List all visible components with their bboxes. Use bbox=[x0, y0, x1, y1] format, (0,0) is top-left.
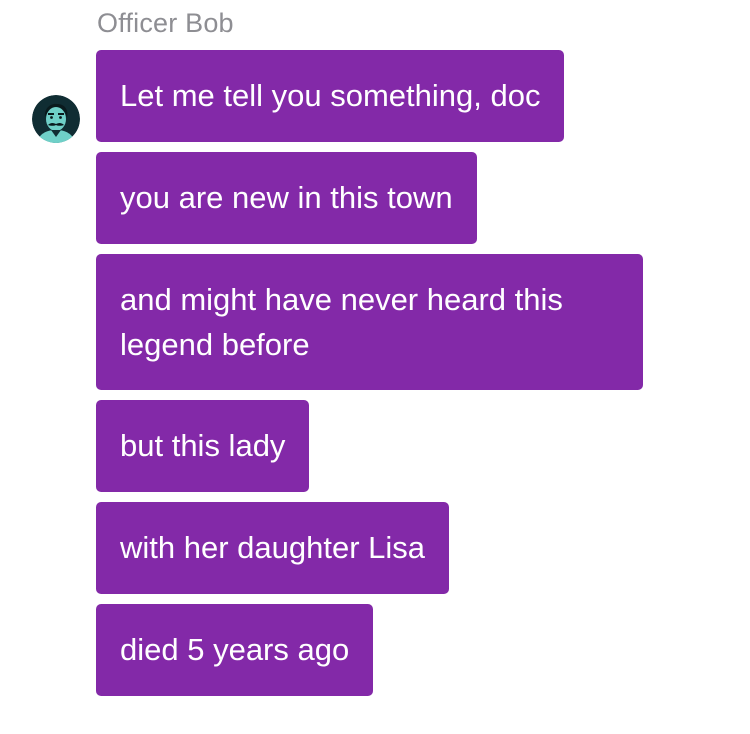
message-bubble[interactable]: died 5 years ago bbox=[96, 604, 374, 696]
message-bubble[interactable]: with her daughter Lisa bbox=[96, 502, 450, 594]
message-bubble[interactable]: but this lady bbox=[96, 400, 310, 492]
message-text: and might have never heard this legend b… bbox=[120, 282, 563, 362]
message-text: but this lady bbox=[120, 428, 286, 463]
message-text: with her daughter Lisa bbox=[120, 530, 426, 565]
message-bubble[interactable]: Let me tell you something, doc bbox=[96, 50, 565, 142]
officer-avatar-icon[interactable] bbox=[32, 95, 80, 143]
message-bubble[interactable]: you are new in this town bbox=[96, 152, 477, 244]
message-bubble[interactable]: and might have never heard this legend b… bbox=[96, 254, 643, 390]
message-text: died 5 years ago bbox=[120, 632, 350, 667]
message-text: Let me tell you something, doc bbox=[120, 78, 541, 113]
sender-name: Officer Bob bbox=[97, 8, 234, 38]
message-text: you are new in this town bbox=[120, 180, 453, 215]
